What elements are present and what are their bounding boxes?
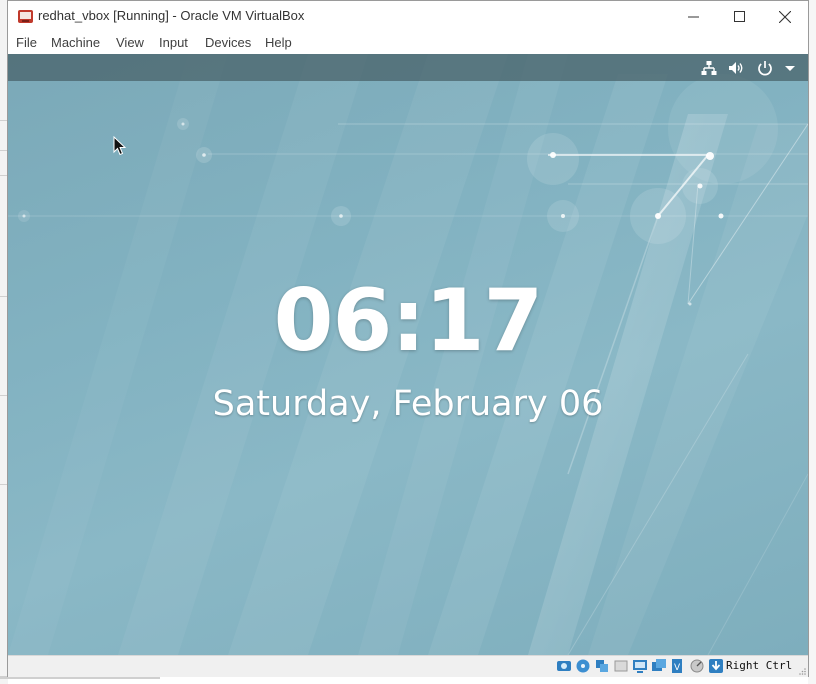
volume-icon[interactable] [727, 59, 745, 77]
hard-disk-icon[interactable] [556, 658, 572, 674]
status-bar: V Right Ctrl [8, 655, 808, 677]
guest-top-bar [8, 54, 808, 81]
video-capture-icon[interactable] [689, 658, 705, 674]
title-bar[interactable]: redhat_vbox [Running] - Oracle VM Virtua… [8, 1, 808, 32]
chevron-down-icon[interactable] [781, 59, 799, 77]
minimize-button[interactable] [670, 1, 716, 32]
resize-grip-icon[interactable] [798, 667, 806, 675]
usb-icon[interactable] [632, 658, 648, 674]
close-icon [779, 10, 791, 23]
audio-icon[interactable] [594, 658, 610, 674]
virtualbox-app-icon [18, 10, 33, 23]
maximize-icon [733, 11, 745, 22]
menu-devices[interactable]: Devices [205, 35, 251, 50]
menu-machine[interactable]: Machine [51, 35, 100, 50]
window-title: redhat_vbox [Running] - Oracle VM Virtua… [38, 8, 305, 23]
lock-screen-time: 06:17 [273, 271, 544, 371]
network-adapter-icon[interactable] [613, 658, 629, 674]
menu-view[interactable]: View [116, 35, 144, 50]
power-icon[interactable] [756, 59, 774, 77]
virtualbox-window: redhat_vbox [Running] - Oracle VM Virtua… [7, 0, 809, 677]
optical-drive-icon[interactable] [575, 658, 591, 674]
host-desktop-right [808, 0, 816, 684]
lock-screen-date: Saturday, February 06 [212, 384, 604, 424]
display-icon[interactable]: V [670, 658, 686, 674]
menu-input[interactable]: Input [159, 35, 188, 50]
svg-text:V: V [674, 663, 681, 673]
network-icon[interactable] [700, 59, 718, 77]
shared-folders-icon[interactable] [651, 658, 667, 674]
host-key-icon[interactable] [708, 658, 724, 674]
maximize-button[interactable] [716, 1, 762, 32]
host-key-label: Right Ctrl [726, 659, 793, 672]
menu-file[interactable]: File [16, 35, 37, 50]
minimize-icon [687, 16, 699, 18]
close-button[interactable] [762, 1, 808, 32]
mouse-pointer-icon [113, 136, 127, 156]
menu-help[interactable]: Help [265, 35, 292, 50]
guest-screen[interactable]: 06:17 Saturday, February 06 [8, 54, 808, 655]
menu-bar: File Machine View Input Devices Help [8, 32, 808, 54]
